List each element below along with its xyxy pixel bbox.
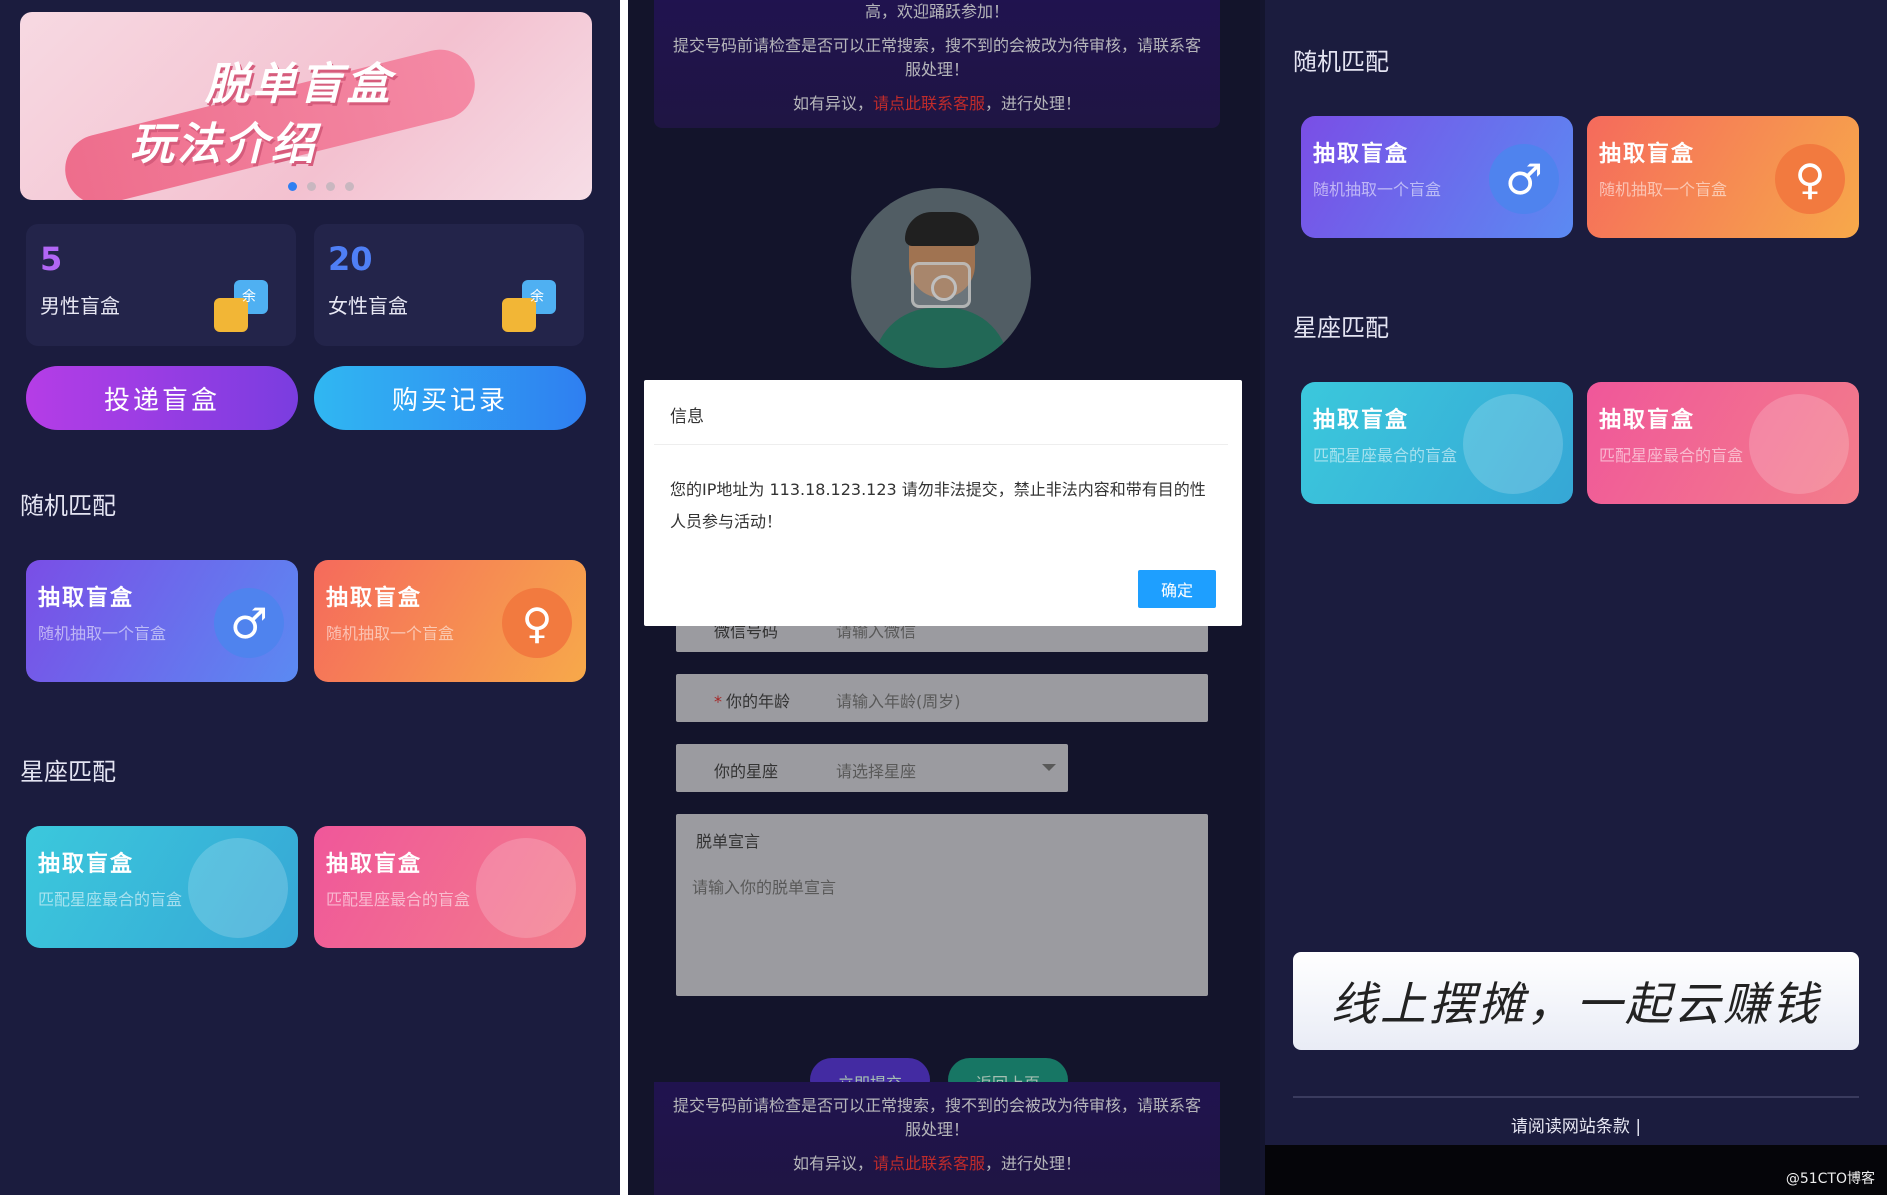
zodiac-card-1[interactable]: 抽取盲盒 匹配星座最合的盲盒 xyxy=(26,826,298,948)
random-match-title: 随机匹配 xyxy=(1293,48,1389,76)
box-cube-icon: 余 xyxy=(502,280,558,336)
female-symbol-icon: ♀ xyxy=(1775,144,1845,214)
banner-title-line1: 脱单盲盒 xyxy=(205,59,393,110)
card-title: 抽取盲盒 xyxy=(1313,142,1410,167)
remaining-badge: 余 xyxy=(242,289,256,305)
card-title: 抽取盲盒 xyxy=(38,586,135,611)
card-subtitle: 随机抽取一个盲盒 xyxy=(38,624,167,643)
zodiac-card-2[interactable]: 抽取盲盒 匹配星座最合的盲盒 xyxy=(314,826,586,948)
remaining-badge: 余 xyxy=(530,289,544,305)
panel-divider xyxy=(620,0,628,1195)
card-title: 抽取盲盒 xyxy=(326,586,423,611)
card-title: 抽取盲盒 xyxy=(38,852,135,877)
slogan-banner: 线上摆摊，一起云赚钱 xyxy=(1293,952,1859,1050)
watermark: @51CTO博客 xyxy=(1785,1171,1875,1187)
dialog-confirm-button[interactable]: 确定 xyxy=(1138,570,1216,608)
card-subtitle: 随机抽取一个盲盒 xyxy=(1599,180,1728,199)
card-subtitle: 匹配星座最合的盲盒 xyxy=(38,890,183,909)
banner-dot[interactable] xyxy=(345,182,354,191)
dialog-divider xyxy=(654,444,1228,445)
banner-dot[interactable] xyxy=(326,182,335,191)
banner-dot[interactable] xyxy=(288,182,297,191)
card-subtitle: 随机抽取一个盲盒 xyxy=(1313,180,1442,199)
zodiac-match-title: 星座匹配 xyxy=(1293,314,1389,342)
random-female-card[interactable]: 抽取盲盒 随机抽取一个盲盒 ♀ xyxy=(314,560,586,682)
male-box-stat: 5 男性盲盒 余 xyxy=(26,224,296,346)
zodiac-maiden-icon xyxy=(476,838,576,938)
female-box-stat: 20 女性盲盒 余 xyxy=(314,224,584,346)
banner-pagination[interactable] xyxy=(288,182,354,191)
random-match-title: 随机匹配 xyxy=(20,492,116,520)
female-box-count: 20 xyxy=(328,240,373,278)
card-subtitle: 匹配星座最合的盲盒 xyxy=(326,890,471,909)
banner-title-line2: 玩法介绍 xyxy=(130,119,318,170)
home-panel: 脱单盲盒 玩法介绍 5 男性盲盒 余 20 女性盲盒 余 投递盲盒 购买记录 随… xyxy=(0,0,620,1195)
zodiac-match-title: 星座匹配 xyxy=(20,758,116,786)
male-box-label: 男性盲盒 xyxy=(40,294,120,318)
intro-banner[interactable]: 脱单盲盒 玩法介绍 xyxy=(20,12,592,200)
card-subtitle: 匹配星座最合的盲盒 xyxy=(1313,446,1458,465)
random-male-card[interactable]: 抽取盲盒 随机抽取一个盲盒 ♂ xyxy=(26,560,298,682)
zodiac-warrior-icon xyxy=(1463,394,1563,494)
zodiac-card-2[interactable]: 抽取盲盒 匹配星座最合的盲盒 xyxy=(1587,382,1859,504)
zodiac-maiden-icon xyxy=(1749,394,1849,494)
female-box-label: 女性盲盒 xyxy=(328,294,408,318)
random-female-card[interactable]: 抽取盲盒 随机抽取一个盲盒 ♀ xyxy=(1587,116,1859,238)
card-subtitle: 随机抽取一个盲盒 xyxy=(326,624,455,643)
deliver-box-button[interactable]: 投递盲盒 xyxy=(26,366,298,430)
male-symbol-icon: ♂ xyxy=(214,588,284,658)
dialog-message: 您的IP地址为 113.18.123.123 请勿非法提交，禁止非法内容和带有目… xyxy=(670,480,1206,531)
card-title: 抽取盲盒 xyxy=(1599,408,1696,433)
ip-warning-dialog: 信息 您的IP地址为 113.18.123.123 请勿非法提交，禁止非法内容和… xyxy=(644,380,1242,626)
zodiac-card-1[interactable]: 抽取盲盒 匹配星座最合的盲盒 xyxy=(1301,382,1573,504)
card-title: 抽取盲盒 xyxy=(326,852,423,877)
male-symbol-icon: ♂ xyxy=(1489,144,1559,214)
submit-panel: 高，欢迎踊跃参加！ 提交号码前请检查是否可以正常搜索，搜不到的会被改为待审核，请… xyxy=(628,0,1260,1195)
purchase-record-button[interactable]: 购买记录 xyxy=(314,366,586,430)
male-box-count: 5 xyxy=(40,240,63,278)
female-symbol-icon: ♀ xyxy=(502,588,572,658)
dialog-title: 信息 xyxy=(670,407,704,427)
match-panel: 随机匹配 抽取盲盒 随机抽取一个盲盒 ♂ 抽取盲盒 随机抽取一个盲盒 ♀ 星座匹… xyxy=(1265,0,1887,1195)
box-cube-icon: 余 xyxy=(214,280,270,336)
terms-link[interactable]: 请阅读网站条款 | xyxy=(1265,1112,1887,1137)
card-title: 抽取盲盒 xyxy=(1313,408,1410,433)
zodiac-warrior-icon xyxy=(188,838,288,938)
card-title: 抽取盲盒 xyxy=(1599,142,1696,167)
banner-dot[interactable] xyxy=(307,182,316,191)
card-subtitle: 匹配星座最合的盲盒 xyxy=(1599,446,1744,465)
random-male-card[interactable]: 抽取盲盒 随机抽取一个盲盒 ♂ xyxy=(1301,116,1573,238)
footer-divider xyxy=(1293,1096,1859,1098)
